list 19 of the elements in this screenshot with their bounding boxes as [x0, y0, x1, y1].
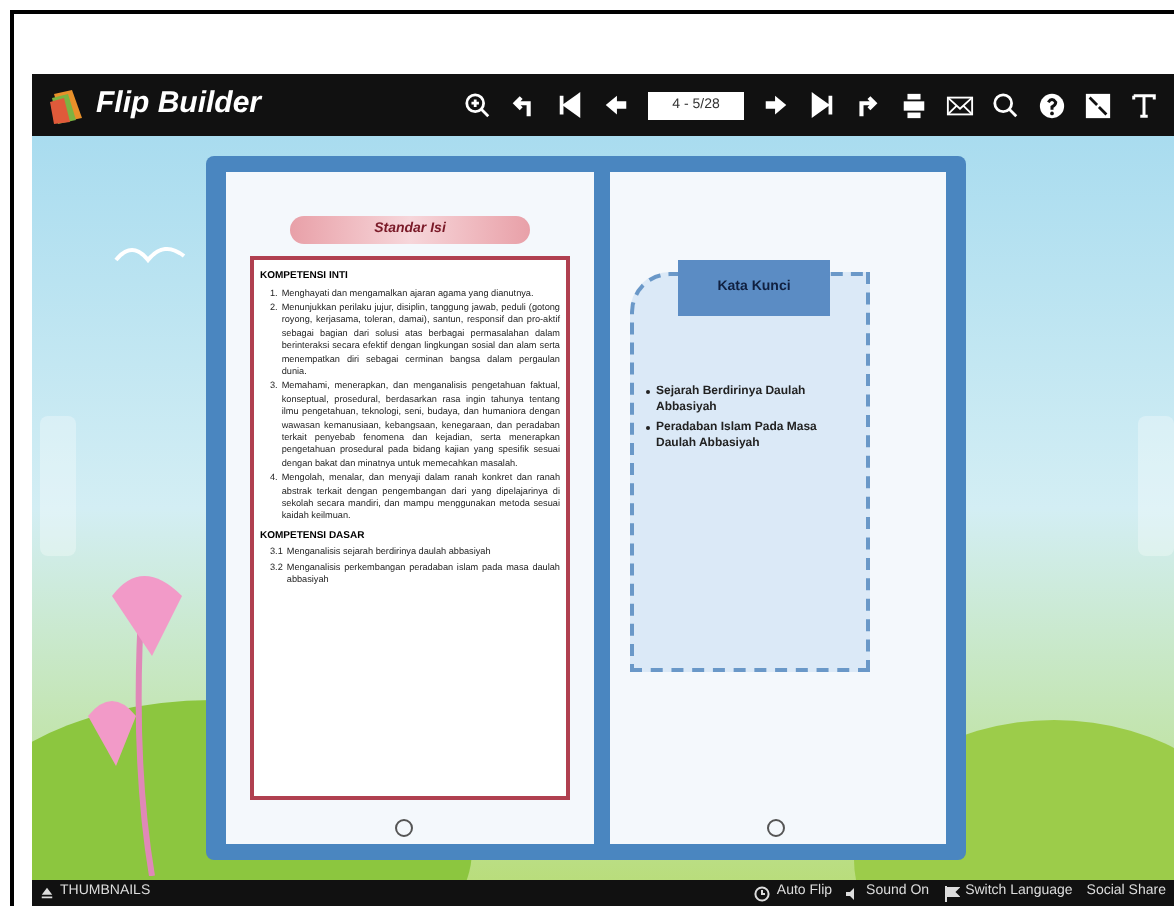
eject-icon [40, 886, 54, 900]
previous-page-icon[interactable] [602, 91, 630, 119]
text-icon[interactable] [1130, 91, 1158, 119]
flag-icon [943, 885, 960, 901]
mail-icon[interactable] [946, 91, 974, 119]
zoom-in-icon[interactable] [464, 91, 492, 119]
logo-icon [48, 85, 88, 125]
page-ornament-icon [394, 818, 414, 838]
fullscreen-icon[interactable] [1084, 91, 1112, 119]
clock-icon [754, 885, 771, 901]
next-page-icon[interactable] [762, 91, 790, 119]
search-icon[interactable] [992, 91, 1020, 119]
print-icon[interactable] [900, 91, 928, 119]
app-logo-text: Flip Builder [96, 84, 261, 125]
forward-arrow-icon[interactable] [854, 91, 882, 119]
help-icon[interactable] [1038, 91, 1066, 119]
first-page-icon[interactable] [556, 91, 584, 119]
page-ornament-icon [766, 818, 786, 838]
last-page-icon[interactable] [808, 91, 836, 119]
